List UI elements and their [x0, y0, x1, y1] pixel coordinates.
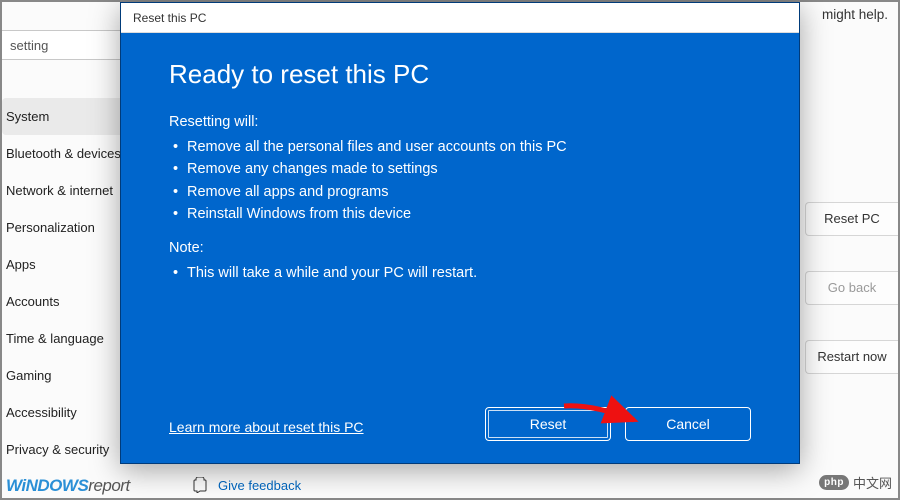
- go-back-button: Go back: [805, 271, 898, 305]
- list-item: Remove all apps and programs: [169, 181, 751, 203]
- nav-item-privacy-security[interactable]: Privacy & security: [2, 431, 137, 468]
- give-feedback-label: Give feedback: [218, 478, 301, 493]
- nav-item-bluetooth-devices[interactable]: Bluetooth & devices: [2, 135, 137, 172]
- nav-item-gaming[interactable]: Gaming: [2, 357, 137, 394]
- recovery-actions-column: Reset PC Go back Restart now: [805, 202, 898, 374]
- nav-item-apps[interactable]: Apps: [2, 246, 137, 283]
- list-item: Remove all the personal files and user a…: [169, 136, 751, 158]
- list-item: Reinstall Windows from this device: [169, 203, 751, 225]
- nav-item-time-language[interactable]: Time & language: [2, 320, 137, 357]
- dialog-titlebar: Reset this PC: [121, 3, 799, 33]
- dialog-actions: Reset Cancel: [485, 407, 751, 441]
- nav-item-network-internet[interactable]: Network & internet: [2, 172, 137, 209]
- help-hint-text: might help.: [822, 7, 888, 22]
- give-feedback-link[interactable]: Give feedback: [192, 477, 301, 493]
- learn-more-link[interactable]: Learn more about reset this PC: [169, 419, 364, 435]
- nav-item-personalization[interactable]: Personalization: [2, 209, 137, 246]
- search-input[interactable]: [2, 30, 132, 60]
- list-item: Remove any changes made to settings: [169, 158, 751, 180]
- watermark-phpcn: php 中文网: [819, 473, 892, 492]
- watermark-windowsreport: WiNDOWSreport: [6, 476, 130, 496]
- nav-item-accounts[interactable]: Accounts: [2, 283, 137, 320]
- dialog-heading: Ready to reset this PC: [169, 59, 751, 90]
- dialog-body: Ready to reset this PC Resetting will: R…: [121, 33, 799, 463]
- settings-nav: SystemBluetooth & devicesNetwork & inter…: [2, 98, 137, 468]
- note-list: This will take a while and your PC will …: [169, 262, 751, 284]
- reset-button[interactable]: Reset: [485, 407, 611, 441]
- restart-now-button[interactable]: Restart now: [805, 340, 898, 374]
- cancel-button[interactable]: Cancel: [625, 407, 751, 441]
- feedback-icon: [192, 477, 208, 493]
- reset-pc-button[interactable]: Reset PC: [805, 202, 898, 236]
- list-item: This will take a while and your PC will …: [169, 262, 751, 284]
- nav-item-accessibility[interactable]: Accessibility: [2, 394, 137, 431]
- resetting-will-label: Resetting will:: [169, 114, 751, 130]
- nav-item-system[interactable]: System: [2, 98, 137, 135]
- reset-pc-dialog: Reset this PC Ready to reset this PC Res…: [120, 2, 800, 464]
- note-label: Note:: [169, 240, 751, 256]
- resetting-will-list: Remove all the personal files and user a…: [169, 136, 751, 226]
